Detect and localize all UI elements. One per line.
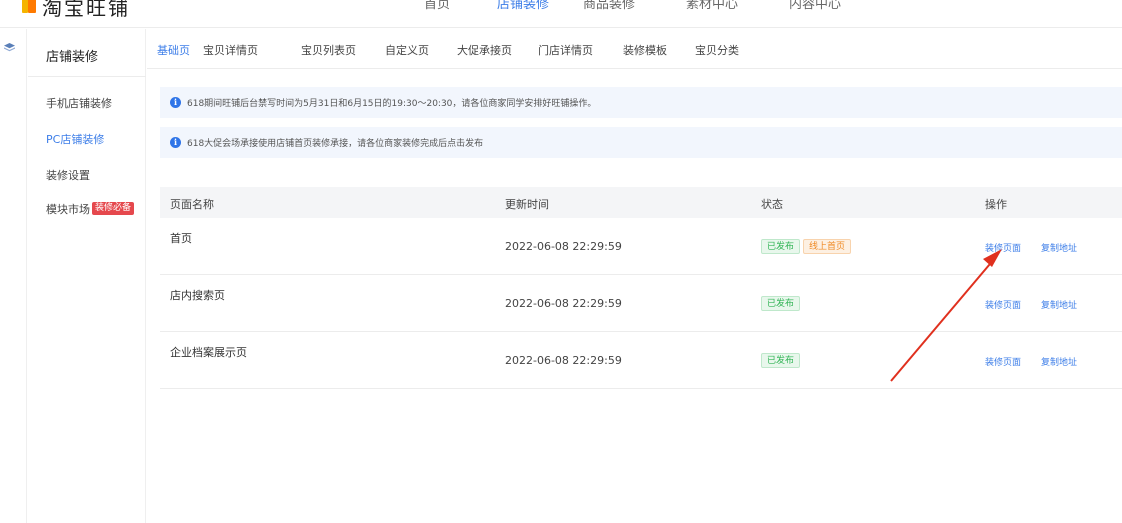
- table-header: 页面名称 更新时间 状态 操作: [160, 187, 1122, 218]
- column-page-name: 页面名称: [170, 198, 214, 211]
- table-row: 企业档案展示页 2022-06-08 22:29:59 已发布 装修页面 复制地…: [160, 332, 1122, 389]
- copy-address-link[interactable]: 复制地址: [1041, 241, 1077, 254]
- taobao-logo-icon: [22, 0, 36, 15]
- left-rail: [0, 29, 27, 523]
- online-home-badge: 线上首页: [803, 239, 852, 254]
- decorate-page-link[interactable]: 装修页面: [985, 241, 1021, 254]
- copy-address-link[interactable]: 复制地址: [1041, 355, 1077, 368]
- side-item-label: 模块市场: [46, 203, 90, 216]
- column-actions: 操作: [985, 198, 1007, 211]
- topnav-shop-decoration[interactable]: 店铺装修: [497, 0, 549, 12]
- must-have-badge: 装修必备: [92, 202, 135, 215]
- status-badge: 已发布: [761, 296, 801, 311]
- side-menu-title: 店铺装修: [46, 50, 99, 65]
- tab-custom-page[interactable]: 自定义页: [385, 42, 429, 58]
- tab-item-detail[interactable]: 宝贝详情页: [203, 42, 258, 58]
- notice-banner: i 618大促会场承接使用店铺首页装修承接，请各位商家装修完成后点击发布: [160, 127, 1122, 158]
- info-icon: i: [170, 97, 181, 108]
- side-menu-divider: [28, 76, 146, 77]
- page-name: 企业档案展示页: [170, 346, 247, 359]
- table-row: 店内搜索页 2022-06-08 22:29:59 已发布 装修页面 复制地址: [160, 275, 1122, 332]
- side-item-pc-decoration[interactable]: PC店铺装修: [46, 131, 104, 147]
- topnav-home[interactable]: 首页: [424, 0, 450, 12]
- notice-text: 618期间旺铺后台禁写时间为5月31日和6月15日的19:30～20:30，请各…: [187, 99, 597, 109]
- tab-item-list[interactable]: 宝贝列表页: [301, 42, 356, 58]
- page-name: 店内搜索页: [170, 289, 225, 302]
- update-time: 2022-06-08 22:29:59: [505, 297, 622, 310]
- tab-item-category[interactable]: 宝贝分类: [695, 42, 739, 58]
- tab-templates[interactable]: 装修模板: [623, 42, 667, 58]
- column-status: 状态: [761, 198, 783, 211]
- brand[interactable]: 淘宝旺铺: [22, 0, 130, 20]
- copy-address-link[interactable]: 复制地址: [1041, 298, 1077, 311]
- side-item-decoration-settings[interactable]: 装修设置: [46, 167, 90, 183]
- update-time: 2022-06-08 22:29:59: [505, 354, 622, 367]
- page-type-tabs: 基础页 宝贝详情页 宝贝列表页 自定义页 大促承接页 门店详情页 装修模板 宝贝…: [147, 29, 1122, 69]
- decorate-page-link[interactable]: 装修页面: [985, 298, 1021, 311]
- page-name: 首页: [170, 232, 192, 245]
- column-update-time: 更新时间: [505, 198, 549, 211]
- side-item-module-market[interactable]: 模块市场 装修必备: [46, 201, 135, 218]
- tab-store-detail[interactable]: 门店详情页: [538, 42, 593, 58]
- tab-basic-pages[interactable]: 基础页: [157, 42, 190, 58]
- decorate-page-link[interactable]: 装修页面: [985, 355, 1021, 368]
- side-item-mobile-decoration[interactable]: 手机店铺装修: [46, 95, 112, 111]
- notice-text: 618大促会场承接使用店铺首页装修承接，请各位商家装修完成后点击发布: [187, 139, 484, 149]
- brand-name: 淘宝旺铺: [42, 0, 130, 20]
- topnav-product-decoration[interactable]: 商品装修: [583, 0, 635, 12]
- notice-banner: i 618期间旺铺后台禁写时间为5月31日和6月15日的19:30～20:30，…: [160, 87, 1122, 118]
- topnav-material-center[interactable]: 素材中心: [686, 0, 738, 12]
- status-badge: 已发布: [761, 239, 801, 254]
- table-row: 首页 2022-06-08 22:29:59 已发布 线上首页 装修页面 复制地…: [160, 218, 1122, 275]
- layers-icon[interactable]: [4, 43, 15, 52]
- tab-promotion-page[interactable]: 大促承接页: [457, 42, 512, 58]
- info-icon: i: [170, 137, 181, 148]
- side-menu: 店铺装修 手机店铺装修 PC店铺装修 装修设置 模块市场 装修必备: [28, 29, 146, 523]
- update-time: 2022-06-08 22:29:59: [505, 240, 622, 253]
- status-badge: 已发布: [761, 353, 801, 368]
- top-header: 淘宝旺铺 首页 店铺装修 商品装修 素材中心 内容中心: [0, 0, 1122, 28]
- topnav-content-center[interactable]: 内容中心: [789, 0, 841, 12]
